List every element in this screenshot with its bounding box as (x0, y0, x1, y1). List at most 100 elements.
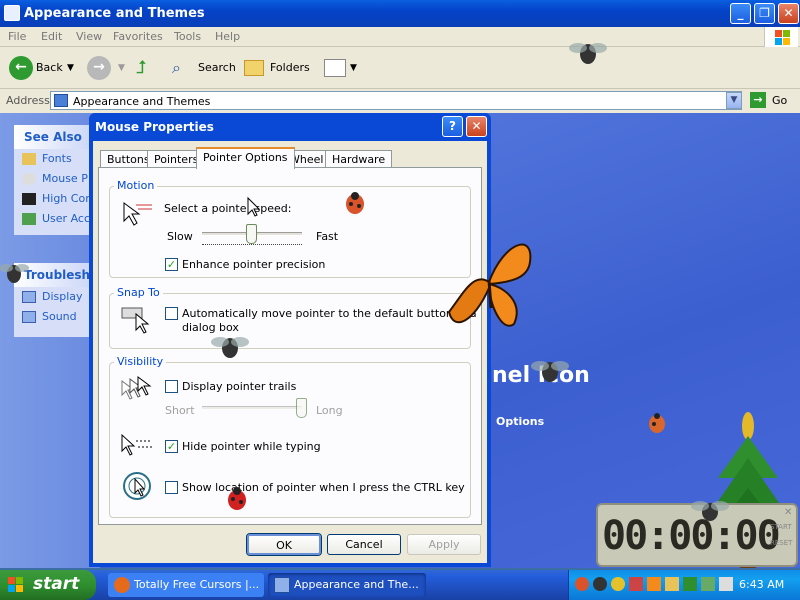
search-button[interactable]: Search (198, 56, 236, 80)
minimize-button[interactable]: _ (730, 3, 751, 24)
enhance-precision-label: Enhance pointer precision (182, 258, 326, 271)
link-fonts[interactable]: Fonts (14, 149, 100, 169)
address-value: Appearance and Themes (73, 95, 211, 108)
ladybug-decoration-2 (228, 487, 246, 510)
taskbar-clock[interactable]: 6:43 AM (739, 578, 784, 591)
menu-favorites[interactable]: Favorites (113, 30, 163, 43)
views-dropdown-icon[interactable]: ▼ (350, 56, 357, 80)
cancel-button[interactable]: Cancel (327, 534, 401, 555)
ladybug-tray-icon[interactable] (575, 577, 589, 591)
volume-tray-icon[interactable] (719, 577, 733, 591)
menu-bar: File Edit View Favorites Tools Help (0, 27, 800, 47)
options-link[interactable]: Options (496, 415, 544, 428)
visibility-label: Visibility (114, 355, 167, 368)
taskbar: start Totally Free Cursors |... Appearan… (0, 570, 800, 600)
start-button[interactable]: start (0, 570, 96, 600)
toolbar: ← Back ▼ → ▼ ⮥ ⌕ Search Folders ▼ (0, 47, 800, 89)
fonts-icon (22, 153, 36, 165)
folders-icon (244, 60, 264, 76)
show-location-checkbox[interactable] (165, 481, 178, 494)
go-arrow-icon: → (750, 92, 766, 108)
slow-label: Slow (167, 230, 193, 243)
link-high-contrast[interactable]: High Con (14, 189, 100, 209)
clock-close-icon[interactable]: ✕ (784, 507, 792, 518)
see-also-panel: See Also Fonts Mouse P High Con User Acc (14, 125, 100, 235)
window-titlebar[interactable]: Appearance and Themes _ ❐ ✕ (0, 0, 800, 27)
fly-decoration-5 (691, 501, 729, 521)
dialog-close-button[interactable]: ✕ (466, 116, 487, 137)
trails-slider-track[interactable] (202, 406, 302, 410)
folder-icon (274, 577, 290, 593)
fly-tray-icon[interactable] (593, 577, 607, 591)
task-appearance-themes[interactable]: Appearance and The... (268, 573, 426, 597)
tab-hardware[interactable]: Hardware (325, 150, 393, 168)
dialog-title: Mouse Properties (95, 120, 214, 134)
pointer-options-page: Motion Select a pointer speed: Slow Fast… (98, 167, 482, 525)
cursor-tray-icon[interactable] (665, 577, 679, 591)
snap-to-icon (121, 307, 150, 334)
link-display[interactable]: Display (14, 287, 100, 307)
pointer-trails-checkbox[interactable] (165, 380, 178, 393)
snap-to-checkbox[interactable] (165, 307, 178, 320)
visibility-group: Visibility Display pointer trails Short … (109, 355, 471, 518)
link-mouse[interactable]: Mouse P (14, 169, 100, 189)
ladybug-decoration-1 (346, 192, 364, 214)
back-arrow-icon: ← (9, 56, 33, 80)
forward-button[interactable]: → (87, 56, 111, 80)
clock-reset-label[interactable]: RESET (770, 539, 792, 547)
tree-tray-icon[interactable] (683, 577, 697, 591)
help-button[interactable]: ? (442, 116, 463, 137)
search-icon: ⌕ (172, 58, 181, 77)
speed-slider-thumb[interactable] (246, 224, 257, 244)
windows-logo-icon (764, 27, 798, 47)
menu-view[interactable]: View (76, 30, 102, 43)
network-tray-icon[interactable] (701, 577, 715, 591)
ladybug-decoration-3 (649, 413, 665, 433)
menu-file[interactable]: File (8, 30, 26, 43)
fly-decoration-2 (211, 337, 249, 358)
fly-decoration-3 (531, 361, 569, 382)
short-label: Short (165, 404, 195, 417)
back-button[interactable]: Back (36, 56, 63, 80)
dialog-titlebar[interactable]: Mouse Properties ? ✕ (89, 113, 491, 141)
start-label: start (33, 574, 80, 594)
go-button[interactable]: Go (772, 94, 787, 107)
snap-to-label: Snap To (114, 286, 163, 299)
user-accounts-icon (22, 213, 36, 225)
mouse-properties-dialog: Mouse Properties ? ✕ Buttons Pointers Po… (89, 113, 491, 567)
close-button[interactable]: ✕ (778, 3, 799, 24)
clock-start-label[interactable]: START (770, 523, 792, 531)
back-dropdown-icon[interactable]: ▼ (67, 56, 74, 80)
address-dropdown-icon[interactable]: ▼ (726, 92, 742, 109)
mouse-cursor-icon (247, 196, 261, 217)
link-sound[interactable]: Sound (14, 307, 100, 327)
address-input[interactable]: Appearance and Themes (50, 91, 742, 110)
fly-decoration-1 (569, 43, 607, 64)
fast-label: Fast (316, 230, 339, 243)
apply-button[interactable]: Apply (407, 534, 481, 555)
forward-dropdown-icon[interactable]: ▼ (118, 56, 125, 80)
butterfly-tray-icon[interactable] (647, 577, 661, 591)
ok-button[interactable]: OK (247, 534, 321, 555)
link-user-accounts[interactable]: User Acc (14, 209, 100, 229)
task-firefox[interactable]: Totally Free Cursors |... (108, 573, 264, 597)
folders-button[interactable]: Folders (270, 56, 310, 80)
sound-icon (22, 311, 36, 323)
trails-slider-thumb[interactable] (296, 398, 307, 418)
contrast-icon (22, 193, 36, 205)
menu-tools[interactable]: Tools (174, 30, 201, 43)
app-tray-icon[interactable] (629, 577, 643, 591)
motion-group: Motion Select a pointer speed: Slow Fast… (109, 179, 471, 278)
maximize-button[interactable]: ❐ (754, 3, 775, 24)
views-icon[interactable] (324, 59, 346, 77)
tab-pointer-options[interactable]: Pointer Options (196, 147, 295, 169)
clock-tray-icon[interactable] (611, 577, 625, 591)
menu-edit[interactable]: Edit (41, 30, 62, 43)
enhance-precision-checkbox[interactable]: ✓ (165, 258, 178, 271)
up-folder-icon[interactable]: ⮥ (136, 56, 147, 80)
see-also-title[interactable]: See Also (14, 125, 100, 149)
control-panel-icon (54, 94, 68, 107)
snap-to-group: Snap To Automatically move pointer to th… (109, 286, 477, 349)
hide-pointer-checkbox[interactable]: ✓ (165, 440, 178, 453)
menu-help[interactable]: Help (215, 30, 240, 43)
